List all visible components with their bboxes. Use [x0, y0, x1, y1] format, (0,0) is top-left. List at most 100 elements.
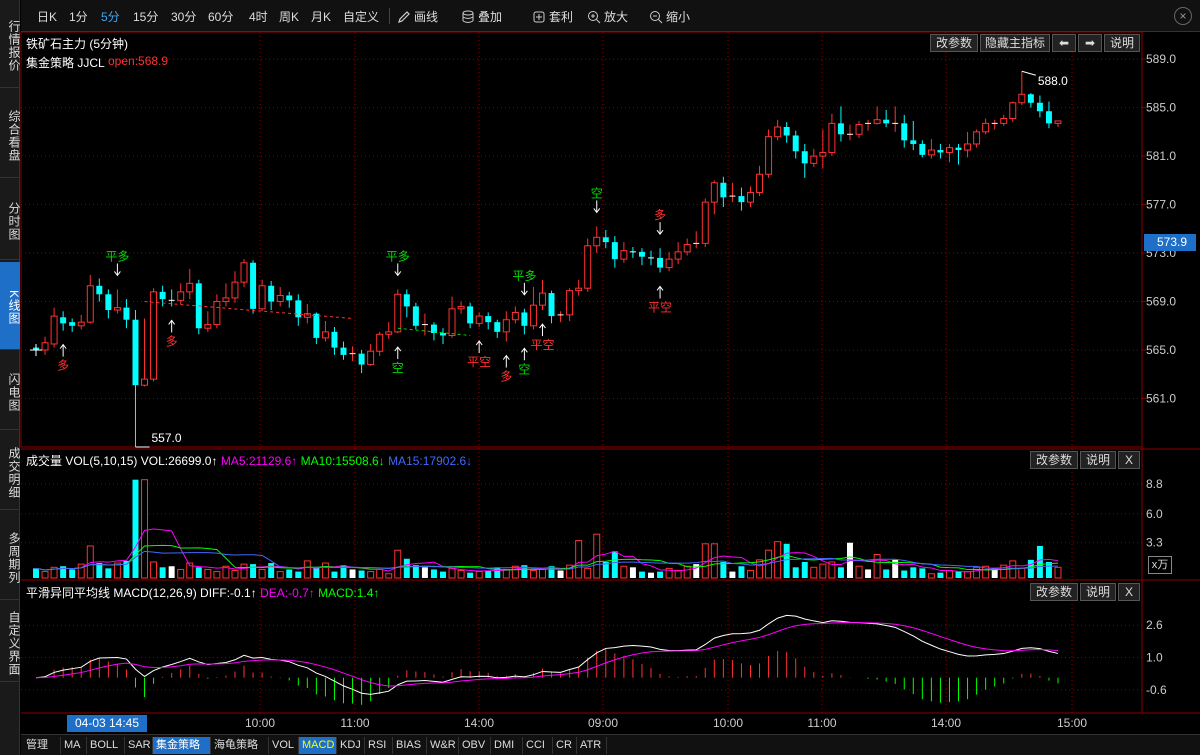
nav-tab-2[interactable]: 分时图 [0, 180, 21, 260]
arbitrage-label: 套利 [549, 10, 574, 24]
period-tab-2[interactable]: 5分 [101, 8, 120, 25]
macd-hist-value: MACD:1.4↑ [318, 586, 380, 600]
next-arrow-button[interactable]: ➡ [1078, 34, 1102, 52]
macd-tick-label: -0.6 [1146, 683, 1167, 697]
volume-bar [575, 540, 583, 579]
indicator-tab-1[interactable]: MA [61, 737, 87, 754]
overlay-button[interactable]: 叠加 [461, 8, 502, 25]
indicator-tab-13[interactable]: DMI [491, 737, 523, 754]
main-explain-button[interactable]: 说明 [1104, 34, 1140, 52]
open-value: open:568.9 [108, 54, 169, 68]
arbitrage-button[interactable]: 套利 [532, 8, 573, 25]
volume-unit-badge[interactable]: x万 [1148, 556, 1172, 574]
candle-body [105, 294, 112, 311]
period-tab-5[interactable]: 60分 [208, 8, 233, 25]
candle-body [945, 147, 953, 153]
volume-bar [367, 571, 375, 579]
indicator-tab-5[interactable]: 海龟策略 [211, 737, 269, 754]
nav-tab-4[interactable]: 闪电图 [0, 352, 21, 430]
zoom-out-button[interactable]: 缩小 [649, 8, 690, 25]
arrow-right-icon: ➡ [1084, 36, 1096, 50]
macd-params-button[interactable]: 改参数 [1030, 583, 1078, 601]
prev-arrow-button[interactable]: ⬅ [1052, 34, 1076, 52]
candle-body [720, 182, 727, 198]
candle-body [186, 282, 194, 293]
indicator-tab-7[interactable]: MACD [299, 737, 337, 754]
candle-body [701, 201, 709, 244]
price-tick-label: 565.0 [1146, 343, 1176, 357]
vol-ma15-value: MA15:17902.6↓ [388, 454, 473, 468]
candle-body [738, 196, 745, 203]
close-icon[interactable]: × [1174, 7, 1192, 25]
indicator-tab-2[interactable]: BOLL [87, 737, 125, 754]
signal-label: 多 [654, 208, 666, 222]
period-tab-7[interactable]: 周K [279, 8, 299, 25]
vol-close-button[interactable]: X [1118, 451, 1140, 469]
indicator-tab-6[interactable]: VOL [269, 737, 299, 754]
volume-bar [819, 563, 827, 579]
macd-explain-button[interactable]: 说明 [1080, 583, 1116, 601]
nav-tab-5[interactable]: 成交明细 [0, 432, 21, 510]
candle-body [403, 294, 410, 307]
indicator-tab-16[interactable]: ATR [577, 737, 607, 754]
indicator-tab-11[interactable]: W&R [427, 737, 459, 754]
current-price-tag: 573.9 [1144, 234, 1196, 251]
indicator-tab-4[interactable]: 集金策略 [153, 737, 211, 754]
volume-bar [96, 563, 103, 578]
chart-canvas[interactable]: 589.0585.0581.0577.0573.0569.0565.0561.0… [0, 0, 1200, 755]
period-tab-1[interactable]: 1分 [69, 8, 88, 25]
nav-tab-1[interactable]: 综合看盘 [0, 90, 21, 178]
indicator-tab-3[interactable]: SAR [125, 737, 153, 754]
zoom-in-button[interactable]: 放大 [587, 8, 628, 25]
volume-bar [303, 560, 311, 579]
vol-ma10-value: MA10:15508.6↓ [300, 454, 385, 468]
candle-body [937, 150, 944, 153]
arbitrage-icon [532, 10, 546, 24]
indicator-tab-14[interactable]: CCI [523, 737, 553, 754]
toolbar: 日K 1分 5分 15分 30分 60分 4时 周K 月K 自定义 画线 叠加 套利 放大 缩小 … [21, 0, 1200, 32]
high-price-label: 588.0 [1038, 74, 1068, 88]
indicator-tab-9[interactable]: RSI [365, 737, 393, 754]
volume-bar [385, 573, 393, 579]
indicator-tab-8[interactable]: KDJ [337, 737, 365, 754]
nav-tab-6[interactable]: 多周期列 [0, 512, 21, 600]
indicator-tab-15[interactable]: CR [553, 737, 577, 754]
instrument-title: 铁矿石主力 (5分钟) [26, 37, 129, 51]
period-tab-3[interactable]: 15分 [133, 8, 158, 25]
nav-tab-7[interactable]: 自定义界面 [0, 602, 21, 682]
indicator-tab-12[interactable]: OBV [459, 737, 491, 754]
candle-body [385, 331, 393, 335]
candle-body [964, 143, 972, 151]
nav-tab-3[interactable]: K线图 [0, 262, 21, 350]
signal-label: 平多 [105, 249, 129, 263]
indicator-tab-10[interactable]: BIAS [393, 737, 427, 754]
volume-bar [485, 570, 492, 578]
price-tick-label: 577.0 [1146, 198, 1176, 212]
vol-explain-button[interactable]: 说明 [1080, 451, 1116, 469]
period-tab-8[interactable]: 月K [311, 8, 331, 25]
main-params-button[interactable]: 改参数 [930, 34, 978, 52]
volume-bar [258, 568, 266, 579]
volume-bar [792, 567, 799, 578]
period-tab-6[interactable]: 4时 [249, 8, 268, 25]
draw-line-button[interactable]: 画线 [397, 8, 438, 25]
candle-body [973, 131, 981, 145]
period-tab-9[interactable]: 自定义 [343, 8, 379, 25]
time-tick-label: 10:00 [713, 716, 743, 730]
candle-body [792, 135, 799, 152]
hide-main-indicator-button[interactable]: 隐藏主指标 [980, 34, 1050, 52]
volume-bar [1036, 545, 1043, 578]
volume-bar [295, 571, 302, 578]
candle-body [340, 347, 347, 355]
candle-body [828, 122, 836, 153]
vol-params-button[interactable]: 改参数 [1030, 451, 1078, 469]
macd-close-button[interactable]: X [1118, 583, 1140, 601]
high-marker-line [1021, 70, 1036, 76]
volume-bar [394, 549, 402, 579]
indicator-tab-0[interactable]: 管理 [23, 737, 61, 754]
volume-bar [910, 567, 917, 578]
nav-tab-0[interactable]: 行情报价 [0, 0, 21, 88]
period-tab-4[interactable]: 30分 [171, 8, 196, 25]
signal-label: 平空 [530, 338, 554, 352]
period-tab-0[interactable]: 日K [37, 8, 57, 25]
